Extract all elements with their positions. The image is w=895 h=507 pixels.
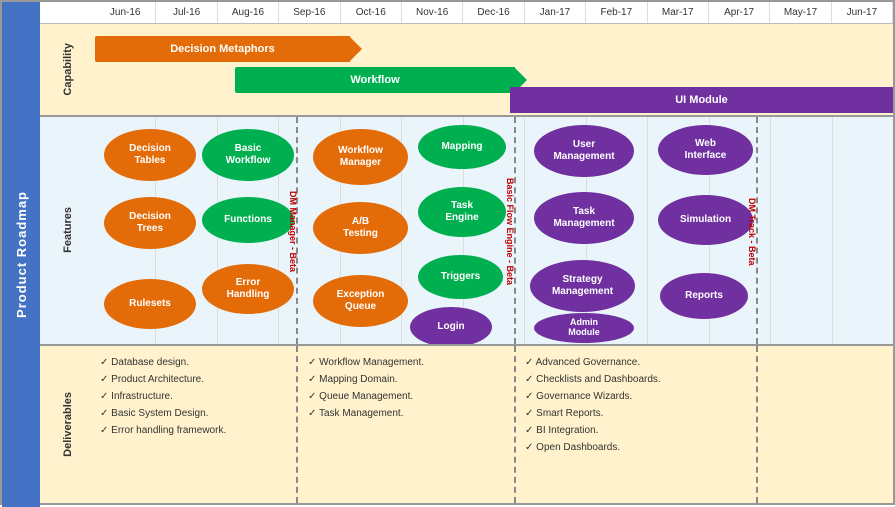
deliverables-col-2: ✓ Workflow Management. ✓ Mapping Domain.… bbox=[308, 354, 508, 422]
month-may17: May-17 bbox=[770, 2, 831, 23]
oval-exception-queue: ExceptionQueue bbox=[313, 275, 408, 327]
month-apr17: Apr-17 bbox=[709, 2, 770, 23]
oval-decision-trees: DecisionTrees bbox=[104, 197, 196, 249]
oval-login: Login bbox=[410, 307, 492, 346]
month-oct16: Oct-16 bbox=[341, 2, 402, 23]
months-header: Jun-16 Jul-16 Aug-16 Sep-16 Oct-16 Nov-1… bbox=[40, 2, 893, 24]
month-dec16: Dec-16 bbox=[463, 2, 524, 23]
beta-label-3: DM Track - Beta bbox=[747, 132, 757, 332]
oval-rulesets: Rulesets bbox=[104, 279, 196, 329]
month-jan17: Jan-17 bbox=[525, 2, 586, 23]
oval-triggers: Triggers bbox=[418, 255, 503, 299]
bar-ui-module: UI Module bbox=[510, 87, 893, 113]
product-roadmap-label: Product Roadmap bbox=[14, 191, 29, 318]
oval-strategy-management: StrategyManagement bbox=[530, 260, 635, 312]
deliverables-label: Deliverables bbox=[40, 346, 95, 503]
oval-task-engine: TaskEngine bbox=[418, 187, 506, 237]
deliverables-section: Deliverables ✓ Database design. ✓ Produc… bbox=[40, 346, 893, 503]
beta-label-2: Basic Flow Engine - Beta bbox=[505, 132, 515, 332]
month-feb17: Feb-17 bbox=[586, 2, 647, 23]
month-mar17: Mar-17 bbox=[648, 2, 709, 23]
oval-workflow-manager: WorkflowManager bbox=[313, 129, 408, 185]
oval-task-management: TaskManagement bbox=[534, 192, 634, 244]
bar-decision-metaphors: Decision Metaphors bbox=[95, 36, 350, 62]
oval-error-handling: ErrorHandling bbox=[202, 264, 294, 314]
features-label: Features bbox=[40, 117, 95, 344]
oval-simulation: Simulation bbox=[658, 195, 753, 245]
oval-web-interface: WebInterface bbox=[658, 125, 753, 175]
oval-basic-workflow: BasicWorkflow bbox=[202, 129, 294, 181]
bar-workflow: Workflow bbox=[235, 67, 515, 93]
deliverables-col-3: ✓ Advanced Governance. ✓ Checklists and … bbox=[525, 354, 750, 456]
capability-label: Capability bbox=[40, 24, 95, 115]
oval-mapping: Mapping bbox=[418, 125, 506, 169]
month-jun17: Jun-17 bbox=[832, 2, 893, 23]
deliverables-col-1: ✓ Database design. ✓ Product Architectur… bbox=[100, 354, 290, 439]
oval-ab-testing: A/BTesting bbox=[313, 202, 408, 254]
month-nov16: Nov-16 bbox=[402, 2, 463, 23]
beta-label-1: DM Manager - Beta bbox=[288, 132, 298, 332]
month-jul16: Jul-16 bbox=[156, 2, 217, 23]
capability-section: Capability Decision Metaphors Workflow U… bbox=[40, 24, 893, 117]
oval-admin-module: AdminModule bbox=[534, 313, 634, 343]
month-sep16: Sep-16 bbox=[279, 2, 340, 23]
left-labels: Product Roadmap bbox=[2, 2, 40, 503]
oval-reports: Reports bbox=[660, 273, 748, 319]
month-jun16: Jun-16 bbox=[95, 2, 156, 23]
month-aug16: Aug-16 bbox=[218, 2, 279, 23]
oval-functions: Functions bbox=[202, 197, 294, 243]
main-container: Product Roadmap Jun-16 Jul-16 Aug-16 Sep… bbox=[0, 0, 895, 505]
oval-user-management: UserManagement bbox=[534, 125, 634, 177]
oval-decision-tables: DecisionTables bbox=[104, 129, 196, 181]
features-section: Features bbox=[40, 117, 893, 346]
